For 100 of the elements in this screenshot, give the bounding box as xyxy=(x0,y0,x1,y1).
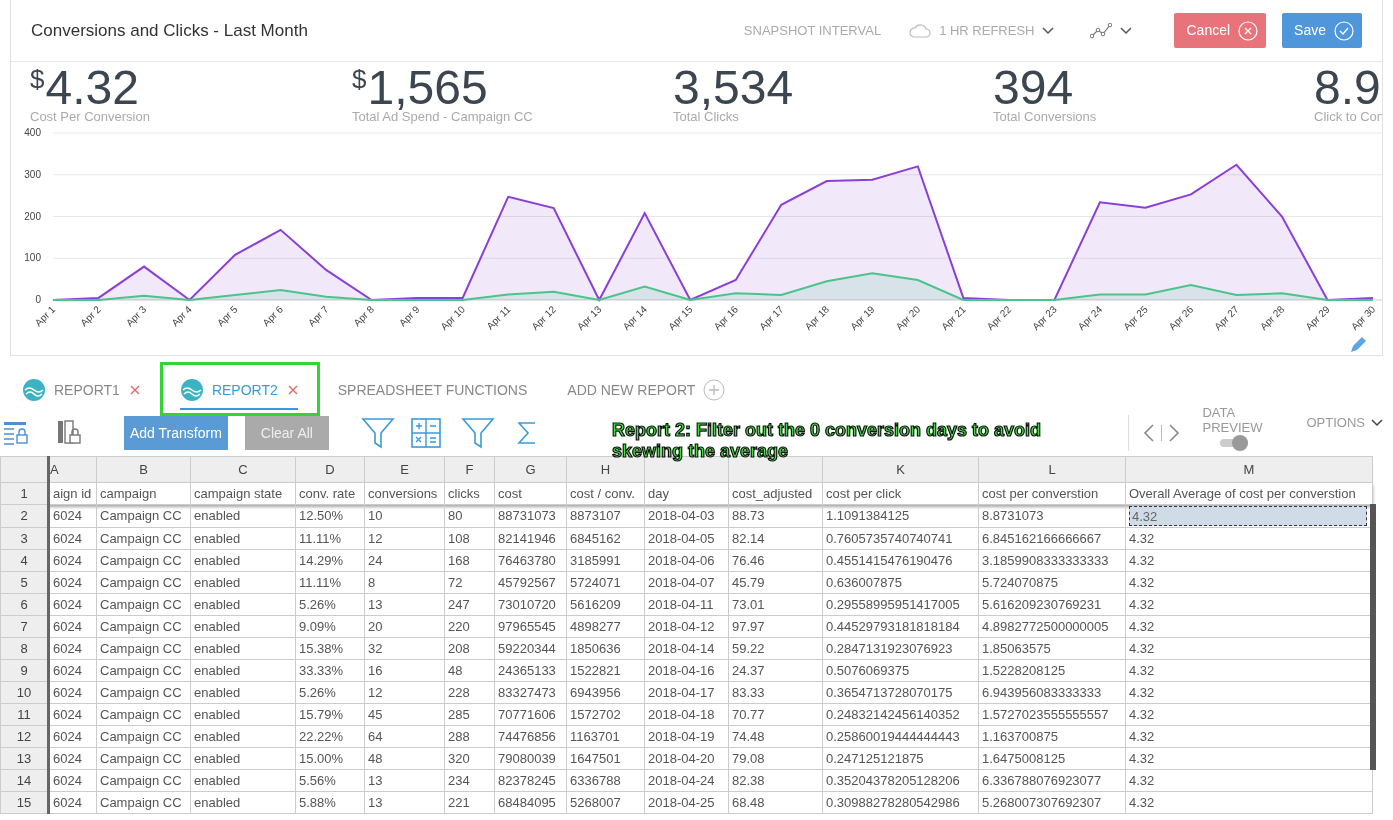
column-header: cost per click xyxy=(822,482,979,505)
table-cell: 4.32 xyxy=(1125,725,1373,748)
lock-columns-icon[interactable] xyxy=(56,419,84,447)
chevron-right-icon[interactable] xyxy=(1168,423,1181,443)
column-header: Overall Average of cost per converstion xyxy=(1125,482,1373,505)
table-cell: 0.247125121875 xyxy=(822,747,979,770)
table-cell: 74476856 xyxy=(494,725,567,748)
table-cell: 24.37 xyxy=(728,659,823,682)
table-cell: 6024 xyxy=(48,681,97,704)
table-cell: 0.7605735740740741 xyxy=(822,527,979,550)
cancel-button[interactable]: Cancel xyxy=(1174,13,1267,48)
table-cell: 221 xyxy=(444,791,495,814)
table-cell: 45.79 xyxy=(728,571,823,594)
row-number: 5 xyxy=(0,571,49,594)
table-cell: 22.22% xyxy=(295,725,365,748)
table-cell: Campaign CC xyxy=(96,769,191,792)
table-cell: 14.29% xyxy=(295,549,365,572)
axis-tick-label: Apr 24 xyxy=(1075,303,1105,333)
table-cell: 234 xyxy=(444,769,495,792)
table-cell: enabled xyxy=(190,725,296,748)
axis-tick-label: Apr 4 xyxy=(169,303,194,329)
plus-icon xyxy=(703,379,726,401)
table-cell: 1.5228208125 xyxy=(978,659,1126,682)
filter-icon[interactable] xyxy=(360,417,395,449)
table-cell: 59220344 xyxy=(494,637,567,660)
table-cell: 82378245 xyxy=(494,769,567,792)
chart-title: Conversions and Clicks - Last Month xyxy=(31,19,309,42)
chevron-left-icon[interactable] xyxy=(1143,423,1156,443)
table-cell: 45792567 xyxy=(494,571,567,594)
filter-icon[interactable] xyxy=(460,417,495,449)
axis-tick-label: Apr 20 xyxy=(893,303,923,333)
column-letter: E xyxy=(400,461,409,477)
table-cell: 228 xyxy=(444,681,495,704)
table-cell: 4.32 xyxy=(1125,703,1373,726)
interval-label: SNAPSHOT INTERVAL xyxy=(743,21,882,40)
column-letter: L xyxy=(1048,461,1056,477)
table-cell: enabled xyxy=(190,549,296,572)
table-cell: 6024 xyxy=(48,549,97,572)
row-number: 11 xyxy=(0,703,49,726)
axis-tick-label: Apr 13 xyxy=(575,303,604,333)
column-header: campaign state xyxy=(190,482,296,505)
options-dropdown[interactable]: OPTIONS xyxy=(1306,413,1383,433)
table-cell: 5268007 xyxy=(566,791,645,814)
report-tab[interactable]: REPORT1 xyxy=(22,372,140,410)
table-cell: 5.616209230769231 xyxy=(978,593,1126,616)
column-letter: F xyxy=(465,461,474,477)
table-cell: 5.268007307692307 xyxy=(978,791,1126,814)
table-cell: 10 xyxy=(364,504,445,528)
table-cell: 32 xyxy=(364,637,445,660)
table-cell: 4.32 xyxy=(1125,549,1373,572)
report-icon xyxy=(179,378,204,402)
axis-tick-label: Apr 1 xyxy=(32,303,58,329)
row-number: 12 xyxy=(0,725,49,748)
axis-tick-label: Apr 29 xyxy=(1303,303,1332,333)
axis-tick-label: Apr 27 xyxy=(1212,303,1241,333)
kpi-label: Total Ad Spend - Campaign CC xyxy=(352,109,534,126)
axis-tick-label: 200 xyxy=(24,210,41,222)
table-cell: 2018-04-20 xyxy=(644,747,729,770)
table-cell: Campaign CC xyxy=(96,571,191,594)
table-cell: 2018-04-17 xyxy=(644,681,729,704)
column-header: aign id xyxy=(48,482,97,505)
calculator-icon[interactable] xyxy=(410,418,441,448)
report-tab[interactable]: SPREADSHEET FUNCTIONS xyxy=(337,372,528,410)
annotation-text: Report 2: Filter out the 0 conversion days to avoid skewing the average xyxy=(612,420,1043,462)
row-number: 8 xyxy=(0,637,49,660)
axis-tick-label: Apr 18 xyxy=(802,303,832,333)
add-transform-button[interactable]: Add Transform xyxy=(124,416,228,450)
table-cell: 3.1859908333333333 xyxy=(978,549,1126,572)
table-cell: 0.44529793181818184 xyxy=(822,615,979,638)
table-cell: enabled xyxy=(190,769,296,792)
table-cell: enabled xyxy=(190,637,296,660)
table-cell: 9.09% xyxy=(295,615,365,638)
table-cell: 1647501 xyxy=(566,747,645,770)
table-cell: 79080039 xyxy=(494,747,567,770)
sigma-icon[interactable] xyxy=(516,420,537,446)
table-cell: 8873107 xyxy=(566,504,645,528)
edit-pencil-icon[interactable] xyxy=(1351,337,1366,352)
report-tab[interactable]: REPORT2 xyxy=(179,372,298,410)
table-cell: 24 xyxy=(364,549,445,572)
table-cell: 82141946 xyxy=(494,527,567,550)
table-cell: 48 xyxy=(444,659,495,682)
line-chart-icon xyxy=(1090,22,1113,39)
table-cell: 0.24832142456140352 xyxy=(822,703,979,726)
save-button[interactable]: Save xyxy=(1282,13,1362,48)
chart-type-dropdown[interactable] xyxy=(1090,22,1133,39)
table-cell: 6024 xyxy=(48,747,97,770)
table-cell: 4.32 xyxy=(1125,769,1373,792)
table-cell: 2018-04-25 xyxy=(644,791,729,814)
table-cell: 4.32 xyxy=(1125,659,1373,682)
table-cell: 0.35204378205128206 xyxy=(822,769,979,792)
table-cell: 1850636 xyxy=(566,637,645,660)
refresh-dropdown[interactable]: 1 HR REFRESH xyxy=(909,20,1055,41)
table-cell: 285 xyxy=(444,703,495,726)
table-cell: 15.38% xyxy=(295,637,365,660)
table-cell: 4.32 xyxy=(1125,791,1373,814)
table-cell: 6024 xyxy=(48,527,97,550)
selected-cell[interactable]: 4.32 xyxy=(1129,506,1367,526)
lock-rows-icon[interactable] xyxy=(3,420,31,446)
report-tab[interactable]: ADD NEW REPORT xyxy=(567,372,726,410)
table-cell: 0.29558995951417005 xyxy=(822,593,979,616)
